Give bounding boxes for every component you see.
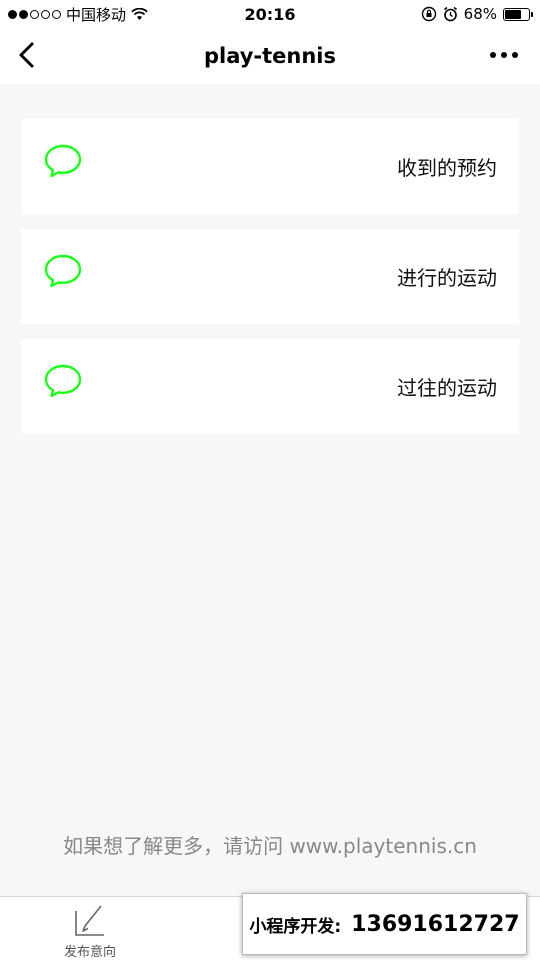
promo-banner: 小程序开发: 13691612727 — [242, 893, 527, 955]
promo-phone-number: 13691612727 — [351, 911, 520, 937]
back-arrow-icon[interactable] — [14, 40, 44, 70]
signal-dot — [19, 9, 28, 19]
tab-label: 发布意向 — [63, 945, 116, 960]
alarm-icon — [443, 6, 457, 22]
edit-pen-icon — [75, 905, 104, 936]
signal-dot — [52, 9, 61, 19]
navigation-bar: play-tennis — [0, 28, 540, 84]
signal-strength-icon — [8, 9, 61, 19]
battery-fill — [505, 9, 521, 19]
chat-bubble-icon — [44, 144, 82, 178]
menu-item-label: 进行的运动 — [397, 266, 497, 290]
menu-item-received-reservations[interactable]: 收到的预约 — [21, 119, 519, 214]
menu-item-label: 收到的预约 — [397, 156, 497, 180]
status-bar: 中国移动 20:16 68% — [0, 0, 540, 28]
more-dot — [512, 52, 518, 58]
wifi-icon — [131, 7, 148, 20]
signal-dot — [8, 9, 17, 19]
menu-item-label: 过往的运动 — [397, 376, 497, 400]
more-dot — [501, 52, 507, 58]
status-left: 中国移动 — [8, 4, 148, 25]
chat-bubble-icon — [44, 364, 82, 398]
signal-dot — [41, 9, 50, 19]
menu-list: 收到的预约 进行的运动 过往的运动 — [21, 119, 519, 449]
battery-percent: 68% — [463, 5, 497, 23]
more-dot — [490, 52, 496, 58]
menu-item-ongoing-activities[interactable]: 进行的运动 — [21, 229, 519, 324]
tab-publish-intent[interactable]: 发布意向 — [45, 903, 135, 960]
orientation-lock-icon — [421, 6, 436, 22]
footer-info-text: 如果想了解更多，请访问 www.playtennis.cn — [63, 834, 477, 858]
carrier-name: 中国移动 — [66, 5, 127, 24]
more-options-icon[interactable] — [490, 52, 518, 58]
promo-label: 小程序开发: — [249, 916, 342, 937]
chat-bubble-icon — [44, 254, 82, 288]
battery-icon — [503, 7, 533, 21]
menu-item-past-activities[interactable]: 过往的运动 — [21, 339, 519, 434]
status-right: 68% — [421, 5, 533, 23]
signal-dot — [30, 9, 39, 19]
page-title: play-tennis — [203, 44, 337, 68]
